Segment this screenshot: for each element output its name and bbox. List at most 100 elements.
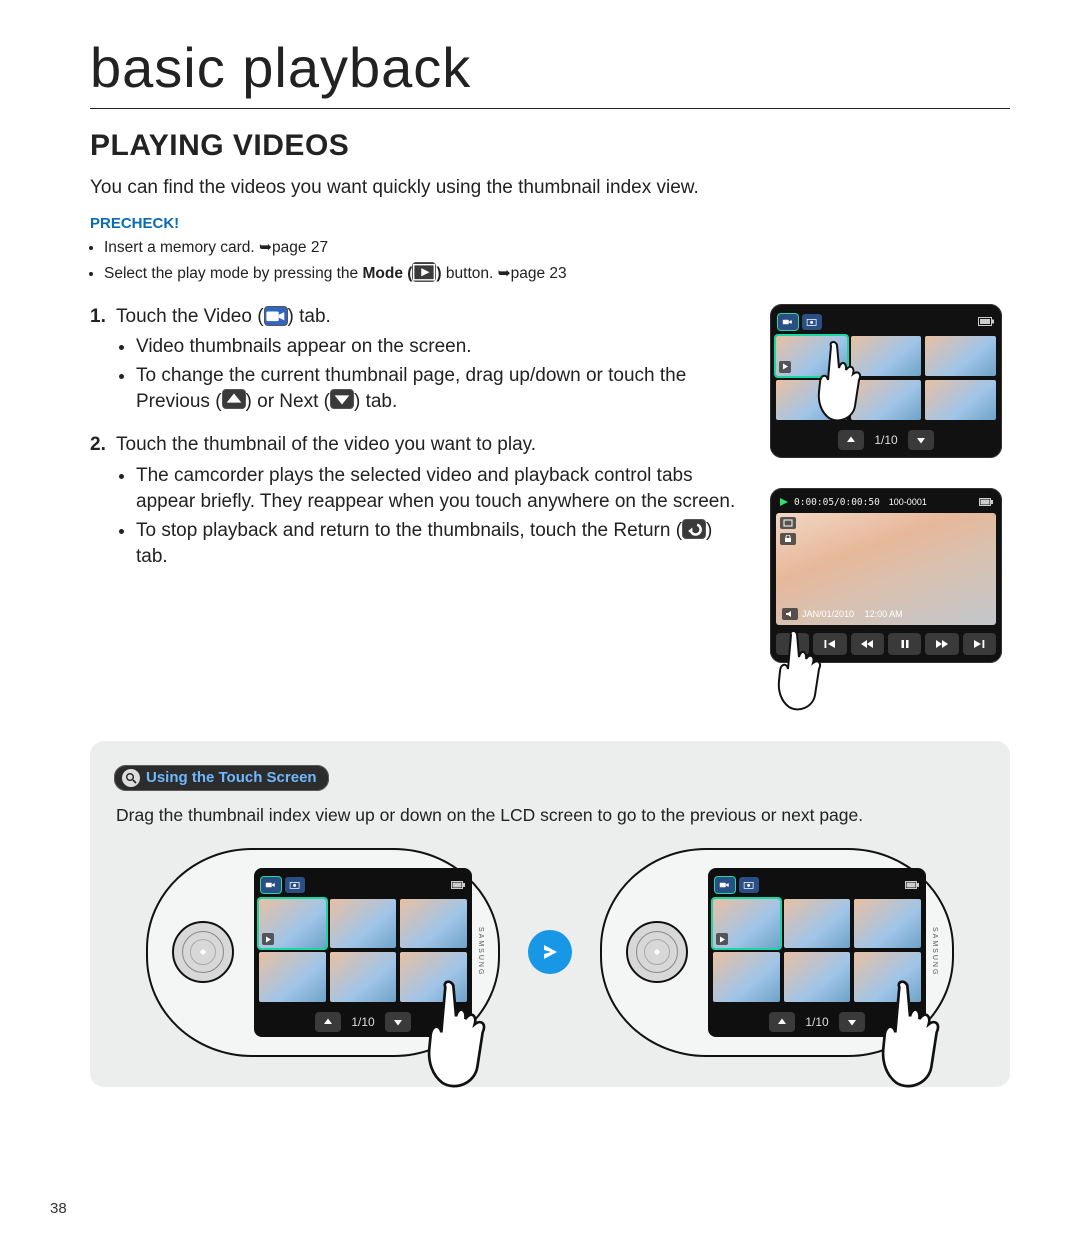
fastfwd-button[interactable] <box>925 633 958 655</box>
video-tab[interactable] <box>778 314 798 330</box>
playback-controls <box>776 633 996 655</box>
prev-page-button[interactable] <box>838 430 864 450</box>
volume-icon[interactable] <box>782 608 798 620</box>
video-thumbnail[interactable] <box>400 952 467 1002</box>
step-sublist: Video thumbnails appear on the screen. T… <box>136 334 748 416</box>
clip-number: 100-0001 <box>889 497 927 507</box>
manual-page: basic playback PLAYING VIDEOS You can fi… <box>0 0 1080 1235</box>
brand-label: SAMSUNG <box>926 900 938 1005</box>
prev-page-button[interactable] <box>315 1012 341 1032</box>
arrow-right-icon: ➥ <box>498 265 511 282</box>
thumbnail-grid[interactable] <box>713 899 921 1002</box>
step-item: Touch the Video ( ) tab. Video thumbnails… <box>90 304 748 416</box>
video-thumbnail[interactable] <box>925 336 996 376</box>
video-tab-icon <box>264 306 288 326</box>
callout-box: Using the Touch Screen Drag the thumbnai… <box>90 741 1010 1087</box>
video-thumbnail[interactable] <box>776 336 847 376</box>
next-page-button[interactable] <box>839 1012 865 1032</box>
video-thumbnail[interactable] <box>713 899 780 949</box>
sub-text: ) or Next ( <box>246 391 330 412</box>
callout-badge: Using the Touch Screen <box>114 765 329 791</box>
video-thumbnail[interactable] <box>713 952 780 1002</box>
step-sublist: The camcorder plays the selected video a… <box>136 463 748 571</box>
lens-icon <box>626 921 688 983</box>
video-tab[interactable] <box>261 877 281 893</box>
video-thumbnail[interactable] <box>259 952 326 1002</box>
thumbnail-grid[interactable] <box>776 336 996 420</box>
camcorder-illustration: MENU <box>146 848 500 1057</box>
brand-label: SAMSUNG <box>472 900 484 1005</box>
playback-screenshot: 0:00:05/0:00:50 100-0001 JAN/01/2010 12:… <box>770 488 1002 663</box>
skip-prev-button[interactable] <box>813 633 846 655</box>
step-lead: ) tab. <box>288 306 331 327</box>
arrow-next-icon <box>528 930 572 974</box>
battery-icon <box>451 881 465 889</box>
video-thumbnail[interactable] <box>854 952 921 1002</box>
rewind-button[interactable] <box>851 633 884 655</box>
lens-icon <box>172 921 234 983</box>
next-page-button[interactable] <box>385 1012 411 1032</box>
battery-icon <box>905 881 919 889</box>
video-thumbnail[interactable] <box>776 380 847 420</box>
pager-text: 1/10 <box>805 1015 828 1029</box>
precheck-label: PRECHECK! <box>90 215 1010 232</box>
devices-row: MENU <box>114 848 986 1057</box>
step-sub-item: Video thumbnails appear on the screen. <box>136 334 748 361</box>
video-thumbnail[interactable] <box>330 899 397 949</box>
video-thumbnail[interactable] <box>400 899 467 949</box>
callout-title: Using the Touch Screen <box>146 769 317 786</box>
date-text: JAN/01/2010 <box>802 609 854 619</box>
next-page-button[interactable] <box>908 430 934 450</box>
thumbnail-index-screenshot: 1/10 <box>770 304 1002 458</box>
skip-next-button[interactable] <box>963 633 996 655</box>
prev-icon <box>222 389 246 409</box>
camcorder-illustration: MENU <box>600 848 954 1057</box>
play-overlay-icon <box>716 933 728 945</box>
steps-list: Touch the Video ( ) tab. Video thumbnails… <box>90 304 748 571</box>
chapter-title: basic playback <box>90 35 1010 109</box>
video-thumbnail[interactable] <box>925 380 996 420</box>
video-thumbnail[interactable] <box>259 899 326 949</box>
step-lead: Touch the Video ( <box>116 306 264 327</box>
play-indicator-icon <box>779 497 789 507</box>
precheck-pageref: page 27 <box>272 239 328 256</box>
sub-text: To stop playback and return to the thumb… <box>136 520 682 541</box>
magnifier-icon <box>122 769 140 787</box>
photo-tab[interactable] <box>285 877 305 893</box>
page-number: 38 <box>50 1200 67 1217</box>
section-title: PLAYING VIDEOS <box>90 129 1010 163</box>
precheck-text: Insert a memory card. <box>104 239 259 256</box>
playmode-icon <box>412 262 436 282</box>
pause-button[interactable] <box>888 633 921 655</box>
video-tab[interactable] <box>715 877 735 893</box>
battery-icon <box>979 498 993 506</box>
device-lcd[interactable]: 1/10 <box>708 868 926 1037</box>
video-thumbnail[interactable] <box>851 336 922 376</box>
video-thumbnail[interactable] <box>784 952 851 1002</box>
callout-text: Drag the thumbnail index view up or down… <box>116 805 986 826</box>
intro-text: You can find the videos you want quickly… <box>90 175 1010 201</box>
lock-icon <box>780 533 796 545</box>
return-button[interactable] <box>776 633 809 655</box>
device-lcd[interactable]: 1/10 <box>254 868 472 1037</box>
video-thumbnail[interactable] <box>330 952 397 1002</box>
prev-page-button[interactable] <box>769 1012 795 1032</box>
sub-text: ) tab. <box>354 391 397 412</box>
video-thumbnail[interactable] <box>854 899 921 949</box>
precheck-text: button. <box>442 265 498 282</box>
thumbnail-grid[interactable] <box>259 899 467 1002</box>
step-sub-item: The camcorder plays the selected video a… <box>136 463 748 516</box>
timecode-text: 0:00:05/0:00:50 <box>794 497 880 508</box>
video-thumbnail[interactable] <box>784 899 851 949</box>
photo-tab[interactable] <box>802 314 822 330</box>
bold-text: Mode ( <box>362 265 412 282</box>
time-text: 12:00 AM <box>865 609 903 619</box>
next-icon <box>330 389 354 409</box>
sub-text: To change the current thumbnail page, dr… <box>136 365 686 413</box>
precheck-pageref: page 23 <box>511 265 567 282</box>
video-thumbnail[interactable] <box>851 380 922 420</box>
battery-icon <box>978 317 994 326</box>
video-frame[interactable]: JAN/01/2010 12:00 AM <box>776 513 996 625</box>
pager-text: 1/10 <box>351 1015 374 1029</box>
photo-tab[interactable] <box>739 877 759 893</box>
